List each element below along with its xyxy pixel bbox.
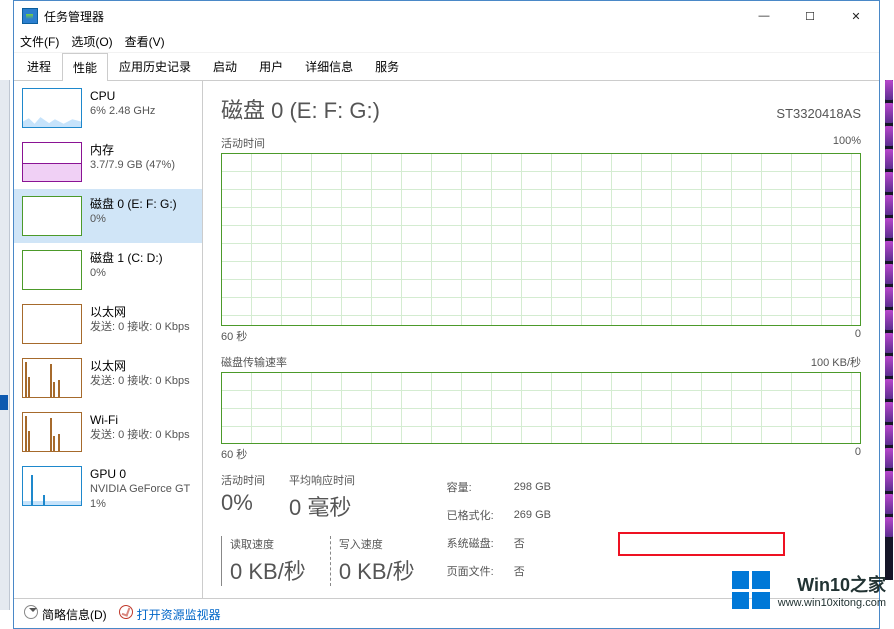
tab-details[interactable]: 详细信息 [294, 52, 364, 80]
maximize-button[interactable]: ☐ [787, 1, 833, 31]
menu-file[interactable]: 文件(F) [20, 33, 59, 50]
tab-users[interactable]: 用户 [248, 52, 294, 80]
response-time-value: 0 毫秒 [289, 490, 355, 522]
tab-performance[interactable]: 性能 [62, 53, 108, 81]
read-speed-value: 0 KB/秒 [230, 554, 306, 586]
active-time-value: 0% [221, 490, 265, 516]
window-title: 任务管理器 [44, 8, 104, 25]
sidebar-item-disk1[interactable]: 磁盘 1 (C: D:)0% [14, 243, 202, 297]
task-manager-window: 任务管理器 — ☐ ✕ 文件(F) 选项(O) 查看(V) 进程 性能 应用历史… [13, 0, 880, 629]
disk-info-table: 容量:298 GB 已格式化:269 GB 系统磁盘:否 页面文件:否 [445, 472, 571, 586]
activity-graph [221, 153, 861, 326]
main-panel: 磁盘 0 (E: F: G:) ST3320418AS 活动时间100% 60 … [203, 81, 879, 598]
formatted-value: 269 GB [514, 502, 569, 528]
titlebar[interactable]: 任务管理器 — ☐ ✕ [14, 1, 879, 31]
write-speed-value: 0 KB/秒 [339, 554, 415, 586]
windows-logo-icon [732, 571, 770, 609]
open-resmon-link[interactable]: 打开资源监视器 [119, 605, 221, 623]
graph1-label: 活动时间 [221, 135, 265, 151]
page-title: 磁盘 0 (E: F: G:) [221, 93, 380, 125]
tab-bar: 进程 性能 应用历史记录 启动 用户 详细信息 服务 [14, 53, 879, 81]
sidebar-item-disk0[interactable]: 磁盘 0 (E: F: G:)0% [14, 189, 202, 243]
sidebar-item-cpu[interactable]: CPU6% 2.48 GHz [14, 81, 202, 135]
app-icon [22, 8, 38, 24]
disk-model: ST3320418AS [776, 106, 861, 121]
tab-services[interactable]: 服务 [364, 52, 410, 80]
chevron-down-icon [24, 605, 38, 619]
memory-thumb-icon [22, 142, 82, 182]
menubar: 文件(F) 选项(O) 查看(V) [14, 31, 879, 53]
tab-startup[interactable]: 启动 [202, 52, 248, 80]
tab-processes[interactable]: 进程 [16, 52, 62, 80]
cpu-thumb-icon [22, 88, 82, 128]
sidebar-item-ethernet-1[interactable]: 以太网发送: 0 接收: 0 Kbps [14, 297, 202, 351]
menu-options[interactable]: 选项(O) [71, 33, 112, 50]
ethernet-thumb-icon [22, 304, 82, 344]
graph2-max: 100 KB/秒 [811, 354, 861, 370]
wifi-thumb-icon [22, 412, 82, 452]
minimize-button[interactable]: — [741, 1, 787, 31]
transfer-graph [221, 372, 861, 444]
sysdisk-value: 否 [514, 530, 569, 556]
sidebar-item-memory[interactable]: 内存3.7/7.9 GB (47%) [14, 135, 202, 189]
disk-thumb-icon [22, 250, 82, 290]
sidebar-item-wifi[interactable]: Wi-Fi发送: 0 接收: 0 Kbps [14, 405, 202, 459]
menu-view[interactable]: 查看(V) [125, 33, 165, 50]
sidebar-item-ethernet-2[interactable]: 以太网发送: 0 接收: 0 Kbps [14, 351, 202, 405]
disk-thumb-icon [22, 196, 82, 236]
sidebar-item-gpu[interactable]: GPU 0NVIDIA GeForce GT1% [14, 459, 202, 519]
ethernet-thumb-icon [22, 358, 82, 398]
sidebar: CPU6% 2.48 GHz 内存3.7/7.9 GB (47%) 磁盘 0 (… [14, 81, 203, 598]
pagefile-value: 否 [514, 558, 569, 584]
watermark: Win10之家 www.win10xitong.com [732, 571, 886, 609]
gpu-thumb-icon [22, 466, 82, 506]
close-button[interactable]: ✕ [833, 1, 879, 31]
resmon-icon [119, 605, 133, 619]
capacity-value: 298 GB [514, 474, 569, 500]
graph1-max: 100% [833, 135, 861, 151]
tab-apphistory[interactable]: 应用历史记录 [108, 52, 202, 80]
graph2-label: 磁盘传输速率 [221, 354, 287, 370]
brief-info-toggle[interactable]: 简略信息(D) [24, 605, 107, 623]
